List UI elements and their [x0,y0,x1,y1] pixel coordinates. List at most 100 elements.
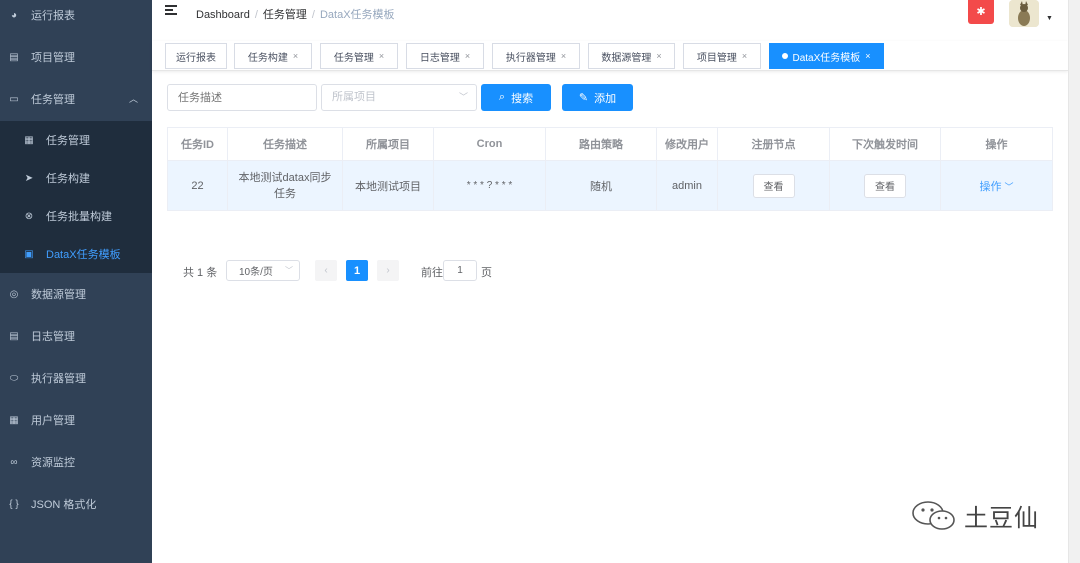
task-list-icon: ▦ [24,134,34,146]
sidebar-item-task-build[interactable]: ➤ 任务构建 [0,159,152,197]
operation-dropdown[interactable]: 操作 ﹀ [979,178,1013,194]
sidebar-item-datax-template[interactable]: ▣ DataX任务模板 [0,235,152,273]
wechat-icon [912,500,955,530]
sidebar-item-label: 任务批量构建 [46,211,112,223]
tag-dashboard[interactable]: 运行报表 [165,43,227,69]
cell-nodes: 查看 [718,161,830,210]
close-icon[interactable]: × [561,51,566,61]
close-icon[interactable]: × [293,51,298,61]
sidebar-item-task-batch[interactable]: ⊗ 任务批量构建 [0,197,152,235]
monitor-glasses-icon: ∞ [10,456,18,468]
tag-task-manage[interactable]: 任务管理 × [320,43,398,69]
tag-label: 数据源管理 [601,52,652,64]
sidebar-item-project[interactable]: ▤ 项目管理 [0,36,152,78]
executor-icon: ⬭ [9,372,19,384]
column-header: 修改用户 [657,128,718,161]
page-suffix: 页 [481,267,492,279]
task-desc-input[interactable] [167,84,317,111]
tag-label: 日志管理 [419,52,460,64]
page-size-select[interactable]: 10条/页 ﹀ [226,260,300,281]
chevron-down-icon: ﹀ [285,266,293,275]
sidebar-item-dashboard[interactable]: ◕ 运行报表 [0,0,152,36]
avatar[interactable] [1009,0,1039,27]
watermark-text: 土豆仙 [964,504,1039,532]
tag-label: 执行器管理 [505,52,556,64]
add-button[interactable]: ✎ 添加 [562,84,633,111]
tag-datax-template[interactable]: DataX任务模板 × [769,43,884,69]
next-page-button[interactable]: › [377,260,399,281]
search-button[interactable]: ⌕ 搜索 [481,84,551,111]
navbar: Dashboard / 任务管理 / DataX任务模板 ✱ ▼ [152,0,1080,30]
pagination-total: 共 1 条 [183,267,218,279]
tag-project[interactable]: 项目管理 × [683,43,761,69]
column-header: Cron [434,128,546,161]
close-icon[interactable]: × [656,51,661,61]
table-row[interactable]: 22 本地测试datax同步任务 本地测试项目 * * * ? * * * 随机… [167,161,1053,211]
cell-id: 22 [167,161,228,210]
tag-label: 任务管理 [333,52,374,64]
operation-label: 操作 [979,180,1002,193]
dashboard-icon: ◕ [10,9,18,21]
project-icon: ▤ [9,51,19,63]
sidebar-item-task-manage[interactable]: ▦ 任务管理 [0,121,152,159]
prev-page-button[interactable]: ‹ [315,260,337,281]
sidebar-item-user[interactable]: ▦ 用户管理 [0,399,152,441]
edit-icon: ✎ [578,92,589,104]
cell-project: 本地测试项目 [343,161,434,210]
batch-icon: ⊗ [24,210,34,222]
send-icon: ➤ [24,172,34,184]
close-icon[interactable]: × [465,51,470,61]
project-select[interactable]: 所属项目 ﹀ [321,84,477,111]
vertical-scrollbar[interactable] [1068,0,1080,563]
hamburger-icon[interactable] [165,5,177,17]
tag-datasource[interactable]: 数据源管理 × [588,43,675,69]
goto-page-input[interactable]: 1 [443,260,477,281]
breadcrumb-current: DataX任务模板 [319,9,395,21]
sidebar-item-task-group[interactable]: ▭ 任务管理 ︿ [0,78,152,120]
page-number-current[interactable]: 1 [346,260,368,281]
database-icon: ◎ [9,288,19,300]
close-icon[interactable]: × [742,51,747,61]
chevron-up-icon: ︿ [128,94,138,104]
sidebar: ◕ 运行报表 ▤ 项目管理 ▭ 任务管理 ︿ ▦ 任务管理 ➤ 任务构建 ⊗ 任… [0,0,152,563]
caret-down-icon[interactable]: ▼ [1046,15,1053,22]
close-icon[interactable]: × [379,51,384,61]
sidebar-item-label: 项目管理 [31,52,75,64]
cell-cron: * * * ? * * * [434,161,546,210]
sidebar-item-log[interactable]: ▤ 日志管理 [0,315,152,357]
breadcrumb-dashboard[interactable]: Dashboard [196,9,250,21]
add-button-label: 添加 [594,92,617,105]
tag-task-build[interactable]: 任务构建 × [234,43,312,69]
close-icon[interactable]: × [865,51,870,61]
column-header: 所属项目 [343,128,434,161]
sidebar-item-resource-monitor[interactable]: ∞ 资源监控 [0,441,152,483]
column-header: 路由策略 [546,128,657,161]
tag-label: 项目管理 [696,52,737,64]
sidebar-item-datasource[interactable]: ◎ 数据源管理 [0,273,152,315]
column-header: 下次触发时间 [830,128,941,161]
cell-desc: 本地测试datax同步任务 [228,161,343,210]
view-nodes-button[interactable]: 查看 [752,173,795,198]
sidebar-item-executor[interactable]: ⬭ 执行器管理 [0,357,152,399]
sidebar-item-label: 数据源管理 [31,289,86,301]
tag-log[interactable]: 日志管理 × [406,43,484,69]
bug-icon[interactable]: ✱ [968,0,994,24]
cell-next-trigger: 查看 [830,161,941,210]
sidebar-item-label: 任务管理 [31,94,75,106]
sidebar-item-label: 任务管理 [46,135,90,147]
tag-executor[interactable]: 执行器管理 × [492,43,580,69]
page-size-label: 10条/页 [239,267,273,278]
view-next-trigger-button[interactable]: 查看 [864,173,906,198]
tag-label: 运行报表 [176,52,216,64]
task-table: 任务ID 任务描述 所属项目 Cron 路由策略 修改用户 注册节点 下次触发时… [167,127,1053,211]
sidebar-item-label: 日志管理 [31,331,75,343]
sidebar-item-label: 运行报表 [31,10,75,22]
search-icon: ⌕ [498,91,506,103]
goto-label: 前往 [421,267,443,279]
sidebar-item-label: 资源监控 [31,457,75,469]
breadcrumb-task-manage[interactable]: 任务管理 [263,9,307,21]
tag-label: DataX任务模板 [792,52,861,64]
column-header: 任务ID [167,128,228,161]
monitor-icon: ▭ [9,93,19,105]
sidebar-item-json-format[interactable]: { } JSON 格式化 [0,483,152,525]
